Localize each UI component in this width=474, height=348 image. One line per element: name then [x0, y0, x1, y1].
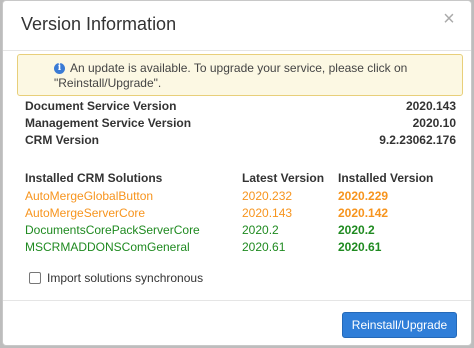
footer-divider [3, 300, 471, 301]
version-information-dialog: Version Information × i An update is ava… [2, 0, 472, 346]
solution-row: MSCRMADDONSComGeneral 2020.61 2020.61 [3, 239, 471, 256]
column-header-latest: Latest Version [242, 171, 325, 185]
solution-row: AutoMergeGlobalButton 2020.232 2020.229 [3, 188, 471, 205]
installed-version: 2020.61 [338, 240, 382, 254]
version-label: Document Service Version [25, 99, 177, 113]
solution-row: DocumentsCorePackServerCore 2020.2 2020.… [3, 222, 471, 239]
version-info-table: Document Service Version 2020.143 Manage… [25, 98, 456, 149]
column-header-solution: Installed CRM Solutions [25, 171, 163, 185]
version-value: 9.2.23062.176 [379, 133, 456, 147]
installed-version: 2020.2 [338, 223, 375, 237]
version-row-management-service: Management Service Version 2020.10 [25, 115, 456, 132]
version-label: Management Service Version [25, 116, 192, 130]
column-header-installed: Installed Version [338, 171, 434, 185]
version-row-crm: CRM Version 9.2.23062.176 [25, 132, 456, 149]
installed-version: 2020.142 [338, 206, 389, 220]
reinstall-upgrade-button[interactable]: Reinstall/Upgrade [342, 312, 457, 338]
latest-version: 2020.232 [242, 189, 293, 203]
dialog-header: Version Information × [3, 1, 471, 51]
solution-name: DocumentsCorePackServerCore [25, 223, 200, 237]
import-sync-checkbox[interactable] [29, 272, 41, 284]
solution-name: AutoMergeGlobalButton [25, 189, 154, 203]
latest-version: 2020.61 [242, 240, 286, 254]
update-alert: i An update is available. To upgrade you… [17, 54, 463, 96]
version-row-document-service: Document Service Version 2020.143 [25, 98, 456, 115]
latest-version: 2020.2 [242, 223, 279, 237]
installed-version: 2020.229 [338, 189, 389, 203]
solution-row: AutoMergeServerCore 2020.143 2020.142 [3, 205, 471, 222]
import-sync-label[interactable]: Import solutions synchronous [47, 271, 203, 286]
solution-name: MSCRMADDONSComGeneral [25, 240, 190, 254]
version-value: 2020.10 [412, 116, 456, 130]
close-icon[interactable]: × [441, 9, 457, 29]
version-value: 2020.143 [405, 99, 456, 113]
alert-message: An update is available. To upgrade your … [54, 61, 408, 90]
version-label: CRM Version [25, 133, 100, 147]
dialog-title: Version Information [21, 14, 177, 34]
solution-name: AutoMergeServerCore [25, 206, 146, 220]
latest-version: 2020.143 [242, 206, 293, 220]
